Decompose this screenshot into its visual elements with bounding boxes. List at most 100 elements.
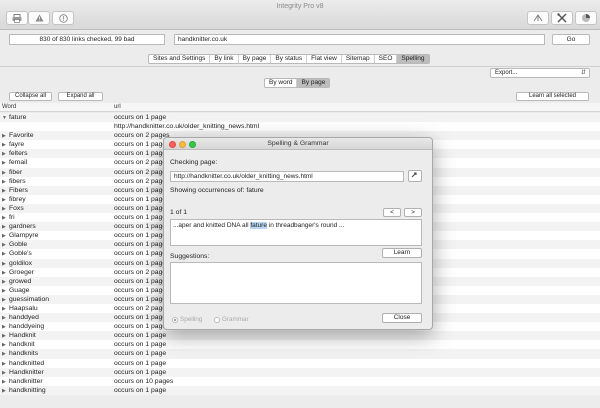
url-input[interactable]: handknitter.co.uk (174, 34, 545, 45)
export-label: Export... (495, 70, 518, 76)
spelling-grammar-dialog: Spelling & Grammar Checking page: http:/… (163, 137, 433, 330)
occurrence-cell: occurs on 1 page (114, 141, 167, 149)
table-row[interactable]: ▶ Handknit occurs on 1 page (0, 331, 600, 341)
previous-button[interactable]: < (383, 208, 401, 217)
word-text: gardners (9, 223, 36, 231)
divider (0, 66, 600, 67)
word-text: goldilox (9, 259, 33, 267)
antenna-icon[interactable] (527, 11, 549, 25)
table-row[interactable]: http://handknitter.co.uk/older_knitting_… (0, 122, 600, 132)
disclosure-closed-icon[interactable]: ▶ (2, 387, 9, 396)
dialog-title: Spelling & Grammar (267, 140, 329, 147)
tab-spelling[interactable]: Spelling (397, 55, 429, 63)
occurrence-cell: occurs on 1 page (114, 195, 167, 203)
spelling-radio[interactable]: Spelling (172, 316, 202, 323)
tab-by-page[interactable]: By page (239, 55, 272, 63)
grammar-radio[interactable]: Grammar (214, 316, 249, 323)
word-text: Foxs (9, 204, 24, 212)
word-text: Glampyre (9, 232, 39, 240)
word-text: Groeger (9, 268, 34, 276)
suggestions-label: Suggestions: (170, 253, 210, 260)
word-text: handknitted (9, 359, 45, 367)
word-text: Haapsalu (9, 304, 38, 312)
go-button[interactable]: Go (552, 34, 590, 45)
word-text: handknits (9, 350, 39, 358)
occurrence-counter: 1 of 1 (170, 209, 188, 216)
word-cell: ▶ handknitting (2, 386, 46, 396)
word-text: femail (9, 159, 28, 167)
occurrence-cell: occurs on 1 page (114, 314, 167, 322)
occurrence-cell: occurs on 2 pages (114, 132, 170, 140)
word-text: handdyed (9, 314, 39, 322)
dialog-title-bar: Spelling & Grammar (164, 138, 432, 150)
by-word-toggle[interactable]: By word (265, 79, 298, 87)
occurrence-cell: occurs on 2 pages (114, 304, 170, 312)
occurrence-cell: occurs on 1 page (114, 114, 167, 121)
word-text: fibers (9, 177, 26, 185)
word-text: fiber (9, 168, 23, 176)
occurrence-cell: occurs on 1 page (114, 277, 167, 285)
tab-sites-and-settings[interactable]: Sites and Settings (149, 55, 211, 63)
table-row[interactable]: ▶ handknitted occurs on 1 page (0, 358, 600, 368)
occurrence-word: fature (246, 187, 264, 194)
occurrence-cell: occurs on 10 pages (114, 377, 174, 385)
printer-icon[interactable] (6, 11, 28, 25)
window-title: Integrity Pro v8 (276, 3, 324, 10)
occurrence-cell: occurs on 1 page (114, 250, 167, 258)
word-text: fibrey (9, 195, 26, 203)
collapse-all-button[interactable]: Collapse all (9, 92, 52, 101)
table-row[interactable]: ▶ handknitting occurs on 1 page (0, 385, 600, 396)
context-after: in threadbanger's round ... (266, 222, 345, 229)
column-header-word[interactable]: Word (2, 104, 16, 110)
occurrence-cell: occurs on 2 pages (114, 268, 170, 276)
tab-sitemap[interactable]: Sitemap (342, 55, 375, 63)
occurrence-cell: occurs on 1 page (114, 359, 167, 367)
close-button[interactable]: Close (382, 313, 422, 323)
word-text: fature (9, 114, 27, 121)
export-select[interactable]: Export... ⇵ (490, 68, 590, 78)
word-text: Goble's (9, 250, 32, 258)
tab-seo[interactable]: SEO (375, 55, 398, 63)
occurrence-cell: occurs on 1 page (114, 295, 167, 303)
warning-icon[interactable] (28, 11, 50, 25)
word-text: fri (9, 214, 15, 222)
scan-status: 830 of 830 links checked, 99 bad (9, 34, 165, 45)
tab-by-link[interactable]: By link (210, 55, 239, 63)
occurrence-cell: occurs on 1 page (114, 204, 167, 212)
learn-all-selected-button[interactable]: Learn all selected (516, 92, 589, 101)
table-row[interactable]: ▶ Handknitter occurs on 1 page (0, 367, 600, 377)
word-text: handknit (9, 341, 35, 349)
grammar-radio-label: Grammar (222, 316, 249, 323)
radio-dot (214, 316, 220, 323)
occurrence-cell: occurs on 1 page (114, 350, 167, 358)
expand-all-button[interactable]: Expand all (58, 92, 103, 101)
page-url-cell: http://handknitter.co.uk/older_knitting_… (114, 123, 260, 131)
tools-icon[interactable] (551, 11, 573, 25)
view-tabs: Sites and Settings By link By page By st… (148, 54, 430, 64)
grouping-toggle: By word By page (264, 78, 331, 88)
column-header-url[interactable]: url (114, 104, 121, 110)
context-box[interactable]: ...aper and knitted DNA all fature in th… (170, 219, 422, 246)
next-button[interactable]: > (404, 208, 422, 217)
table-row[interactable]: ▶ handknit occurs on 1 page (0, 340, 600, 350)
word-text: growed (9, 277, 32, 285)
pie-chart-icon[interactable] (575, 11, 597, 25)
checking-page-field[interactable]: http://handknitter.co.uk/older_knitting_… (170, 171, 404, 182)
tab-flat-view[interactable]: Flat view (307, 55, 342, 63)
spelling-radio-label: Spelling (180, 316, 203, 323)
open-page-button[interactable] (408, 170, 422, 182)
stop-icon[interactable] (52, 11, 74, 25)
word-text: handdyeing (9, 323, 45, 331)
word-text: felters (9, 150, 28, 158)
word-text: handknitter (9, 377, 43, 385)
table-row[interactable]: ▶ handknits occurs on 1 page (0, 349, 600, 359)
title-bar: Integrity Pro v8 (0, 0, 600, 30)
learn-button[interactable]: Learn (382, 248, 422, 258)
suggestions-list[interactable] (170, 262, 422, 304)
chevron-updown-icon: ⇵ (580, 70, 586, 76)
by-page-toggle[interactable]: By page (297, 79, 330, 87)
table-row[interactable]: ▼ fature occurs on 1 page (0, 113, 600, 123)
tab-by-status[interactable]: By status (271, 55, 308, 63)
occurrence-cell: occurs on 1 page (114, 386, 167, 394)
table-row[interactable]: ▶ handknitter occurs on 10 pages (0, 376, 600, 386)
